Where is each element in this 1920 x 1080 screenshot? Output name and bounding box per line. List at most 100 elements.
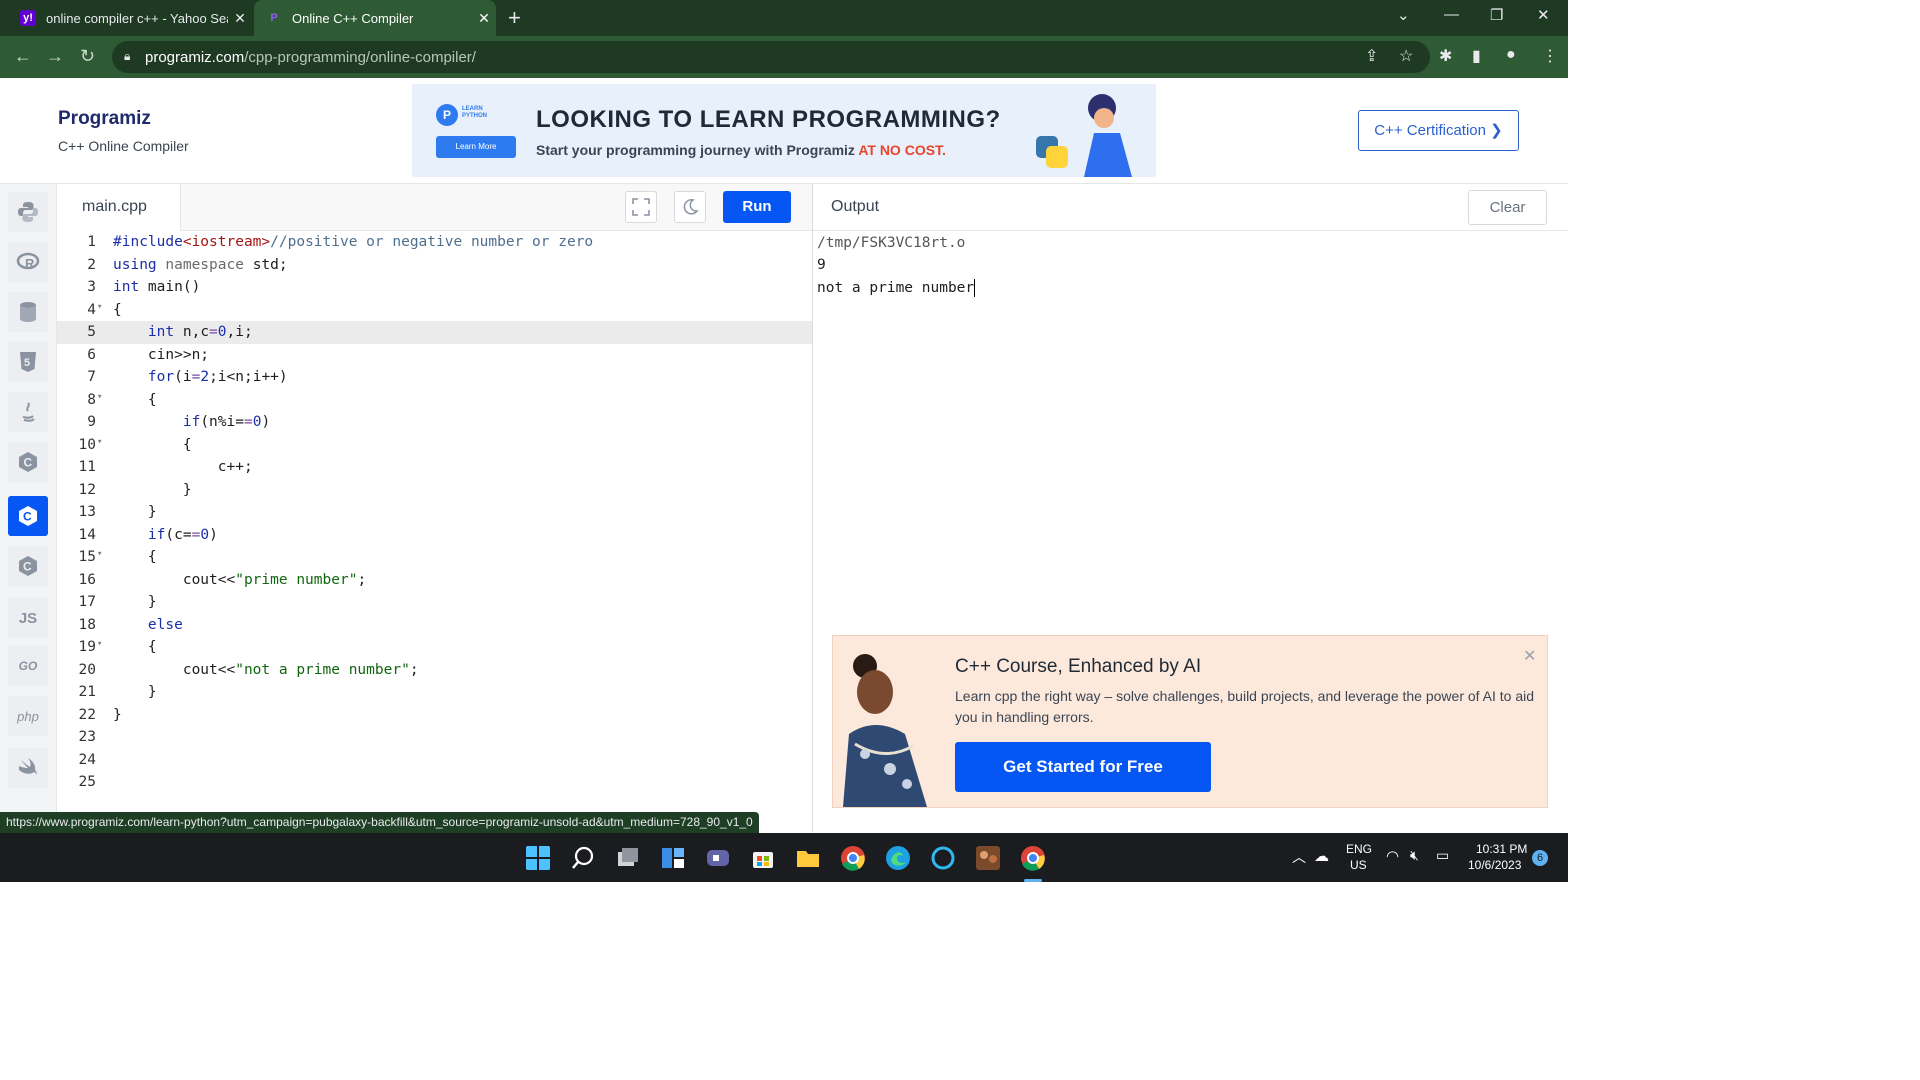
code-line[interactable]: 25	[57, 771, 812, 794]
task-view-icon[interactable]	[615, 845, 641, 871]
edge-icon[interactable]	[885, 845, 911, 871]
fold-toggle-icon[interactable]: ▾	[97, 302, 102, 312]
clock-time[interactable]: 10:31 PM	[1476, 842, 1527, 856]
browser-tab-programiz[interactable]: P Online C++ Compiler ✕	[254, 0, 496, 36]
code-line[interactable]: 22}	[57, 704, 812, 727]
code-line[interactable]: 14 if(c==0)	[57, 524, 812, 547]
code-line[interactable]: 18 else	[57, 614, 812, 637]
code-line[interactable]: 10 ▾ {	[57, 434, 812, 457]
back-icon[interactable]: ←	[14, 46, 32, 67]
fullscreen-icon[interactable]	[625, 191, 657, 223]
menu-icon[interactable]: ⋮	[1542, 46, 1558, 66]
python-icon[interactable]	[8, 192, 48, 232]
learn-more-button[interactable]: Learn More	[436, 136, 516, 158]
input-language-top[interactable]: ENG	[1346, 842, 1372, 856]
code-line[interactable]: 2 using namespace std;	[57, 254, 812, 277]
code-line[interactable]: 13 }	[57, 501, 812, 524]
store-icon[interactable]	[750, 845, 776, 871]
tab-search-icon[interactable]: ⌄	[1397, 6, 1410, 24]
code-line[interactable]: 3 int main()	[57, 276, 812, 299]
fold-toggle-icon[interactable]: ▾	[97, 549, 102, 559]
onedrive-icon[interactable]: ☁	[1314, 847, 1329, 865]
get-started-button[interactable]: Get Started for Free	[955, 742, 1211, 792]
code-line[interactable]: 4 ▾ {	[57, 299, 812, 322]
cortana-icon[interactable]	[930, 845, 956, 871]
battery-icon[interactable]: ▭	[1436, 847, 1449, 864]
notification-badge[interactable]: 6	[1532, 850, 1548, 866]
volume-muted-icon[interactable]: 🔇︎	[1410, 847, 1419, 864]
close-tab-icon[interactable]: ✕	[228, 10, 252, 27]
search-icon[interactable]	[570, 845, 596, 871]
code-line[interactable]: 17 }	[57, 591, 812, 614]
file-tab[interactable]: main.cpp	[57, 184, 181, 231]
chrome-profile-icon[interactable]	[1020, 845, 1046, 871]
teams-chat-icon[interactable]	[705, 845, 731, 871]
database-icon[interactable]	[8, 292, 48, 332]
code-text: int main()	[113, 279, 201, 295]
code-line[interactable]: 9 if(n%i==0)	[57, 411, 812, 434]
c-lang-icon[interactable]: C	[8, 442, 48, 482]
profile-icon[interactable]: ●	[1506, 46, 1516, 64]
code-line[interactable]: 12 }	[57, 479, 812, 502]
photo-app-icon[interactable]	[975, 845, 1001, 871]
clear-button[interactable]: Clear	[1468, 190, 1547, 225]
start-icon[interactable]	[525, 845, 551, 871]
forward-icon[interactable]: →	[46, 46, 64, 67]
programiz-badge-icon: P	[436, 104, 458, 126]
browser-tab-yahoo[interactable]: y! online compiler c++ - Yahoo Sea ✕	[8, 0, 252, 36]
file-explorer-icon[interactable]	[795, 845, 821, 871]
code-line[interactable]: 1 #include<iostream>//positive or negativ…	[57, 231, 812, 254]
fold-toggle-icon[interactable]: ▾	[97, 639, 102, 649]
side-panel-icon[interactable]: ▮	[1472, 46, 1481, 66]
code-line[interactable]: 11 c++;	[57, 456, 812, 479]
code-line[interactable]: 7 for(i=2;i<n;i++)	[57, 366, 812, 389]
address-bar[interactable]: 🔒︎ programiz.com/cpp-programming/online-…	[112, 41, 1430, 73]
reload-icon[interactable]: ↻	[80, 46, 95, 67]
show-hidden-icons-icon[interactable]: ︿	[1292, 847, 1306, 867]
wifi-icon[interactable]: ◠	[1386, 847, 1399, 865]
extensions-icon[interactable]: ✱	[1439, 46, 1452, 66]
fold-toggle-icon[interactable]: ▾	[97, 437, 102, 447]
code-line[interactable]: 16 cout<<"prime number";	[57, 569, 812, 592]
code-line[interactable]: 21 }	[57, 681, 812, 704]
course-ad[interactable]: C++ Course, Enhanced by AI Learn cpp the…	[832, 635, 1548, 808]
widgets-icon[interactable]	[660, 845, 686, 871]
run-button[interactable]: Run	[723, 191, 791, 223]
r-lang-icon[interactable]: R	[8, 242, 48, 282]
close-ad-icon[interactable]: ✕	[1523, 646, 1536, 666]
html5-icon[interactable]: 5	[8, 342, 48, 382]
programiz-logo[interactable]: Programiz	[58, 108, 151, 130]
code-line[interactable]: 20 cout<<"not a prime number";	[57, 659, 812, 682]
dark-mode-icon[interactable]	[674, 191, 706, 223]
go-lang-icon[interactable]: GO	[8, 646, 48, 686]
clock-date[interactable]: 10/6/2023	[1468, 858, 1521, 872]
code-line[interactable]: 15 ▾ {	[57, 546, 812, 569]
java-icon[interactable]	[8, 392, 48, 432]
code-line[interactable]: 6 cin>>n;	[57, 344, 812, 367]
chrome-icon[interactable]	[840, 845, 866, 871]
code-line[interactable]: 24	[57, 749, 812, 772]
close-window-icon[interactable]: ✕	[1537, 6, 1550, 24]
line-number: 11	[78, 459, 96, 475]
fold-toggle-icon[interactable]: ▾	[97, 392, 102, 402]
code-line[interactable]: 8 ▾ {	[57, 389, 812, 412]
promo-banner[interactable]: P LEARN PYTHON Learn More LOOKING TO LEA…	[412, 84, 1156, 177]
cpp-lang-icon[interactable]: C	[8, 496, 48, 536]
banner-illustration-icon	[1036, 94, 1132, 177]
code-line[interactable]: 23	[57, 726, 812, 749]
certification-button[interactable]: C++ Certification ❯	[1358, 110, 1519, 151]
input-language-bottom[interactable]: US	[1350, 858, 1367, 872]
code-line[interactable]: 5 int n,c=0,i;	[57, 321, 812, 344]
swift-icon[interactable]	[8, 748, 48, 788]
php-icon[interactable]: php	[8, 696, 48, 736]
javascript-icon[interactable]: JS	[8, 598, 48, 638]
new-tab-button[interactable]: +	[508, 5, 521, 31]
share-icon[interactable]: ⇪	[1365, 46, 1378, 66]
csharp-lang-icon[interactable]: C	[8, 546, 48, 586]
bookmark-star-icon[interactable]: ☆	[1399, 46, 1413, 66]
code-line[interactable]: 19 ▾ {	[57, 636, 812, 659]
code-editor[interactable]: 1 #include<iostream>//positive or negativ…	[57, 231, 812, 812]
restore-icon[interactable]: ❐	[1490, 6, 1503, 24]
close-tab-icon[interactable]: ✕	[472, 10, 496, 27]
minimize-icon[interactable]: —	[1444, 6, 1459, 23]
